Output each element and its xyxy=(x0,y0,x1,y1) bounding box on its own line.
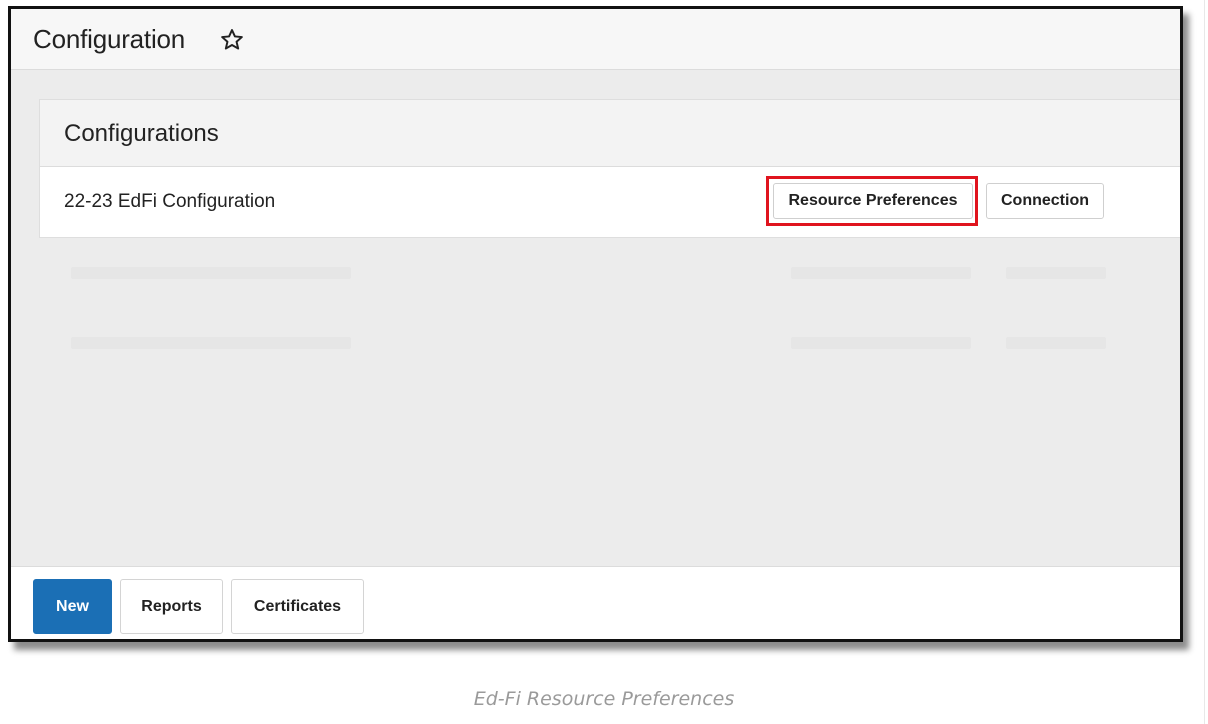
page-header: Configuration xyxy=(11,9,1180,70)
new-button[interactable]: New xyxy=(33,579,112,634)
panel-header: Configurations xyxy=(40,100,1180,167)
blurred-row xyxy=(51,337,1180,367)
configurations-panel: Configurations 22-23 EdFi Configuration … xyxy=(39,99,1180,238)
figure-caption: Ed-Fi Resource Preferences xyxy=(473,688,735,710)
resource-preferences-button[interactable]: Resource Preferences xyxy=(773,183,973,219)
star-icon[interactable] xyxy=(219,27,245,53)
blurred-row xyxy=(51,267,1180,297)
page-title: Configuration xyxy=(33,24,186,54)
action-bar: New Reports Certificates xyxy=(11,566,1180,639)
panel-title: Configurations xyxy=(64,120,219,147)
page-edge xyxy=(1204,0,1205,724)
app-window: Configuration Configurations 22-23 EdFi … xyxy=(8,6,1183,642)
connection-button[interactable]: Connection xyxy=(986,183,1104,219)
list-item: 22-23 EdFi Configuration Resource Prefer… xyxy=(40,167,1180,237)
certificates-button[interactable]: Certificates xyxy=(231,579,364,634)
reports-button[interactable]: Reports xyxy=(120,579,223,634)
configuration-name: 22-23 EdFi Configuration xyxy=(64,191,276,212)
